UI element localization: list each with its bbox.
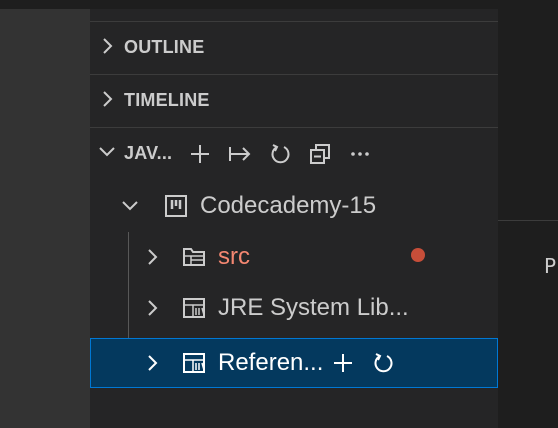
project-icon — [164, 194, 188, 218]
tree-item-src[interactable]: src — [90, 232, 498, 282]
chevron-right-icon — [140, 247, 164, 267]
tree-item-project[interactable]: Codecademy-15 — [90, 181, 498, 231]
chevron-right-icon — [90, 89, 124, 113]
top-strip — [0, 0, 558, 9]
timeline-title: TIMELINE — [124, 90, 210, 110]
chevron-right-icon — [140, 298, 164, 318]
editor-clipped-text: P — [544, 254, 557, 278]
add-icon[interactable] — [323, 343, 363, 383]
editor-divider — [498, 220, 558, 221]
add-icon[interactable] — [180, 134, 220, 174]
editor-area: P — [498, 9, 558, 428]
library-icon — [182, 352, 206, 374]
chevron-down-icon — [118, 199, 142, 213]
collapse-all-icon[interactable] — [300, 134, 340, 174]
java-projects-actions — [180, 134, 380, 174]
timeline-section-header[interactable]: TIMELINE — [90, 74, 498, 126]
tree-item-label: Referen... — [218, 349, 324, 376]
refresh-icon[interactable] — [260, 134, 300, 174]
tree-item-label: src — [218, 243, 250, 270]
more-icon[interactable] — [340, 134, 380, 174]
outline-title: OUTLINE — [124, 37, 205, 57]
chevron-right-icon — [90, 36, 124, 60]
chevron-down-icon — [90, 144, 124, 163]
error-status-dot — [411, 248, 425, 262]
tree-item-referenced-libraries[interactable]: Referen... — [90, 338, 498, 388]
chevron-right-icon — [140, 353, 164, 373]
library-icon — [182, 297, 206, 319]
link-to-editor-icon[interactable] — [220, 134, 260, 174]
java-projects-title: JAV... — [124, 143, 173, 163]
java-projects-section-header[interactable]: JAV... — [90, 127, 498, 179]
package-folder-icon — [182, 246, 206, 268]
outline-section-header[interactable]: OUTLINE — [90, 21, 498, 73]
tree-item-jre-system-library[interactable]: JRE System Lib... — [90, 283, 498, 333]
refresh-icon[interactable] — [363, 343, 403, 383]
tree-item-label: JRE System Lib... — [218, 294, 409, 321]
activity-bar — [0, 9, 90, 428]
tree-item-label: Codecademy-15 — [200, 192, 377, 219]
